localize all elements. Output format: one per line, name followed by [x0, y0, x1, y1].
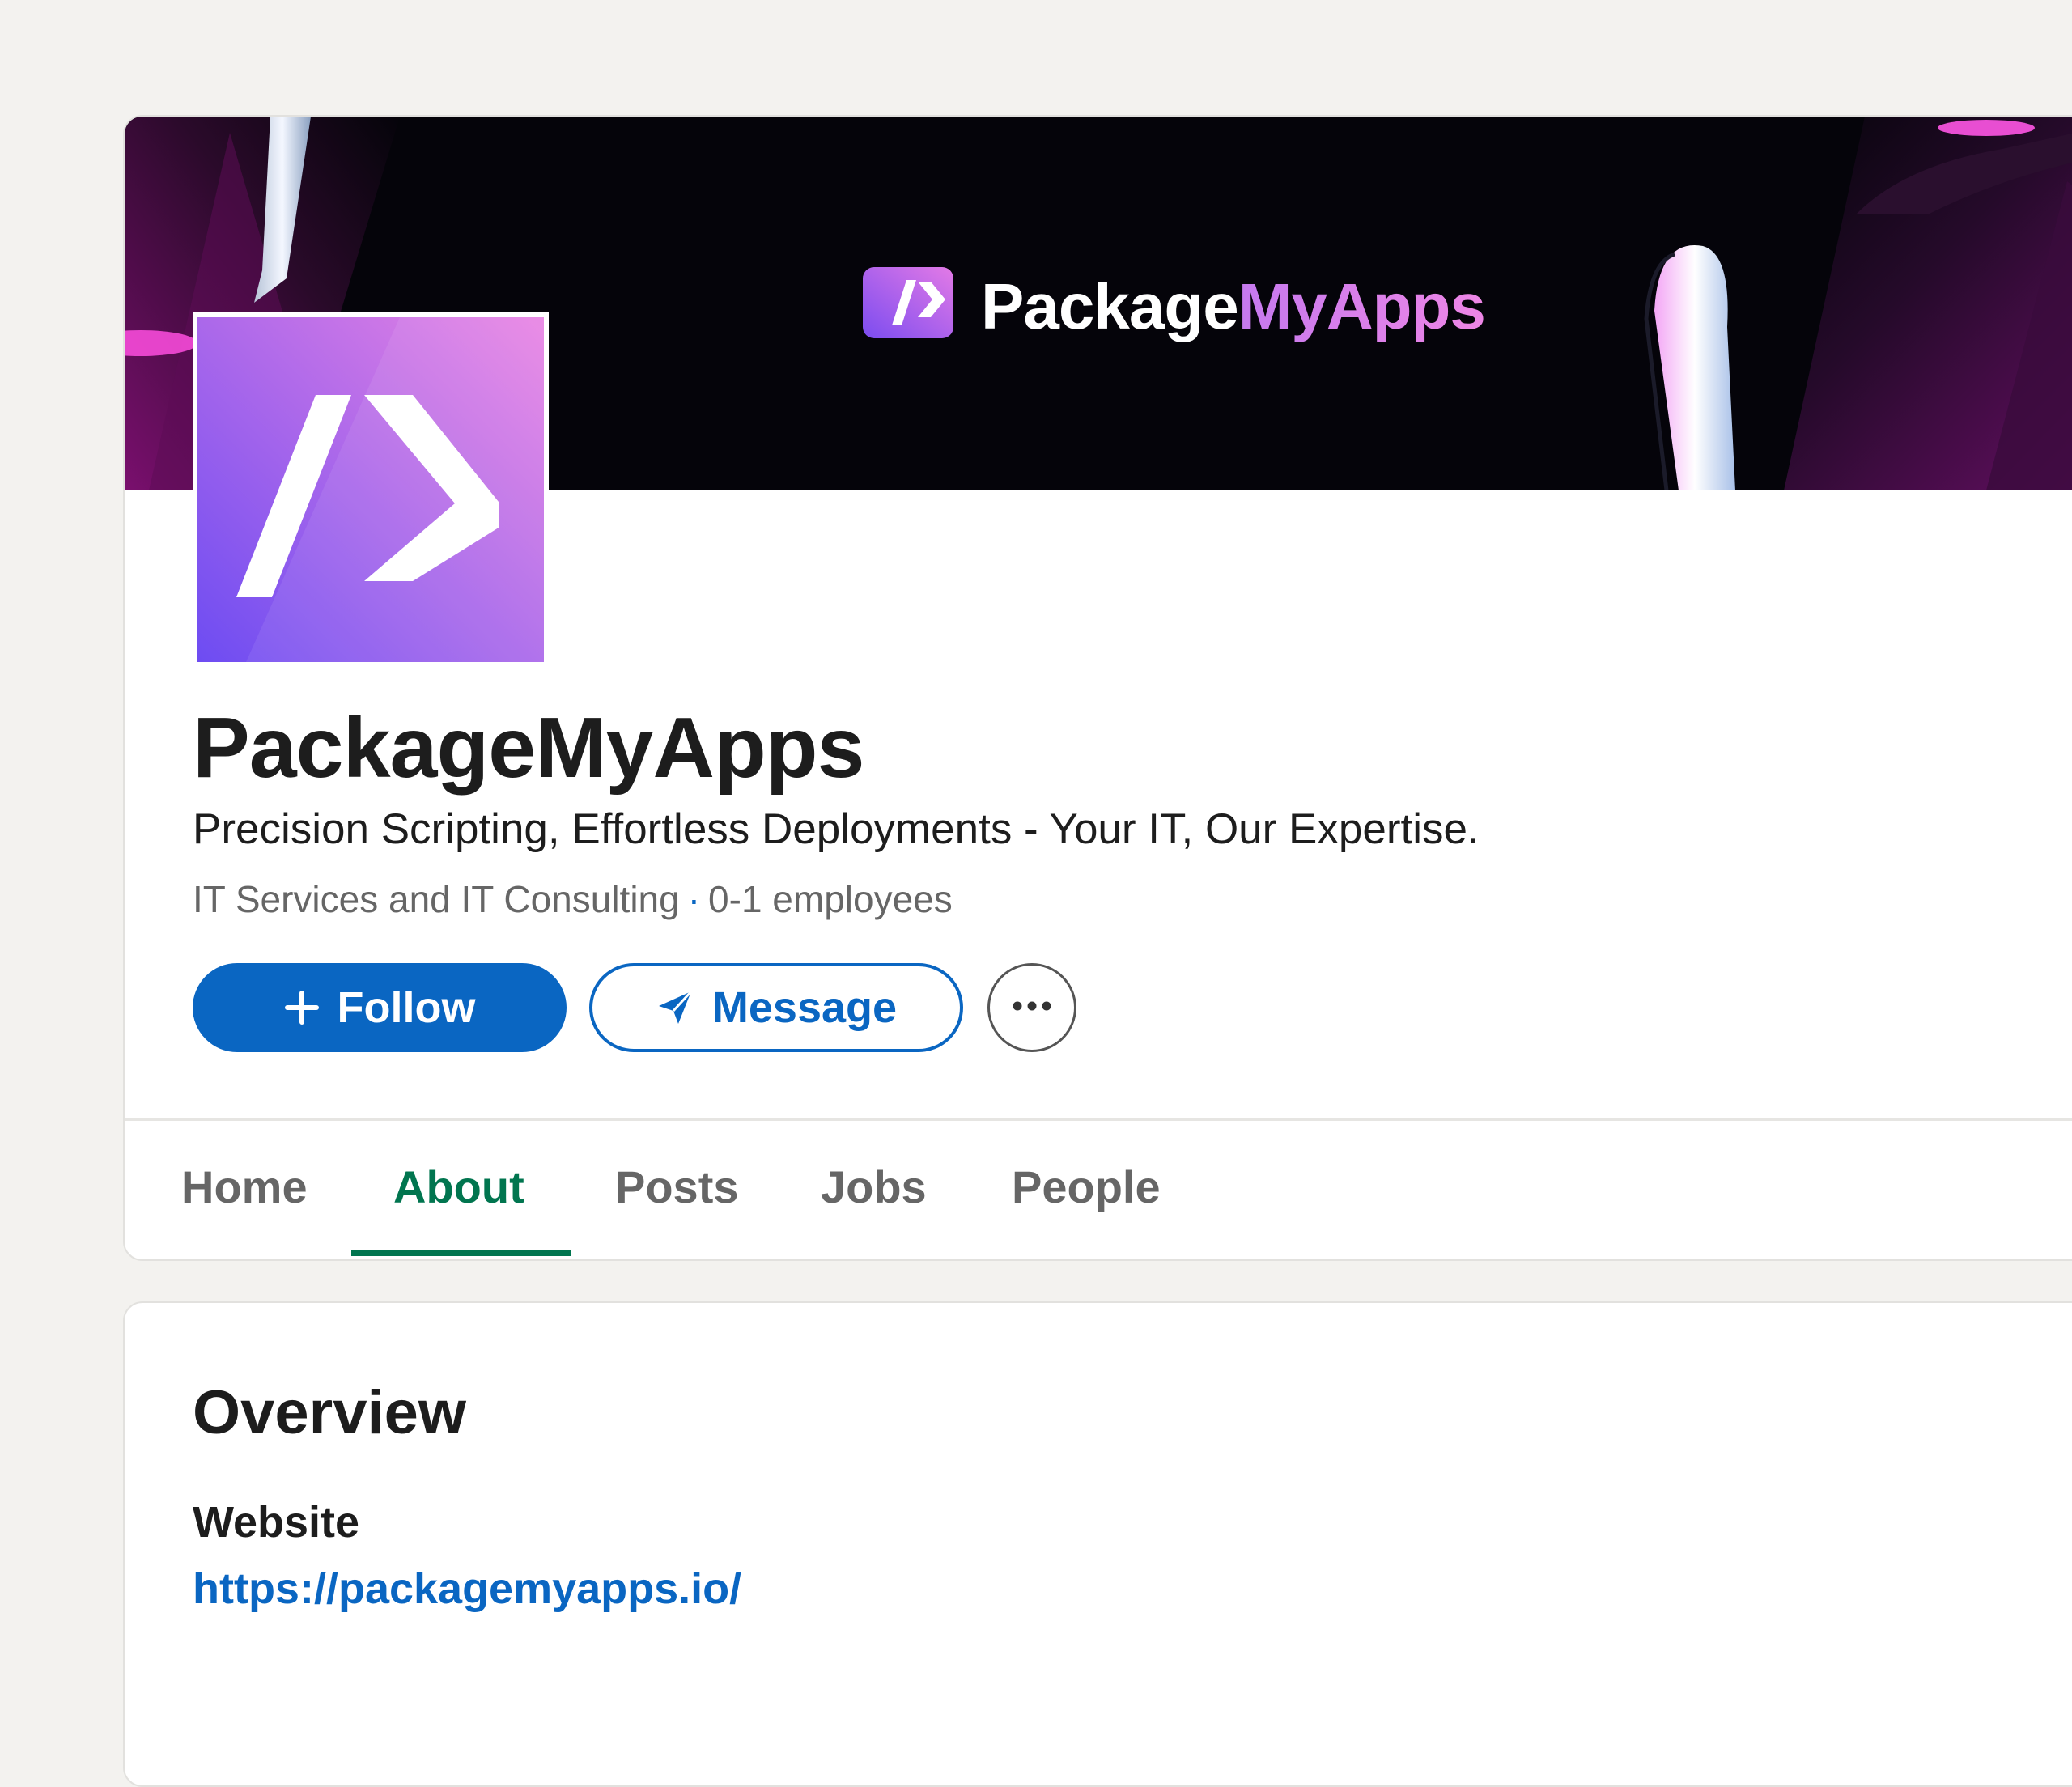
overview-card: Overview Website https://packagemyapps.i…: [123, 1301, 2072, 1787]
company-header-card: PackageMyApps PackageMyApps Precision Sc…: [123, 115, 2072, 1261]
follow-button[interactable]: Follow: [193, 963, 567, 1052]
active-tab-indicator: [351, 1250, 571, 1256]
website-link[interactable]: https://packagemyapps.io/: [193, 1564, 741, 1614]
company-name: PackageMyApps: [193, 700, 864, 796]
meta-separator: ·: [687, 878, 701, 920]
banner-brand-text: PackageMyApps: [981, 270, 1485, 342]
company-size: 0-1 employees: [708, 878, 953, 920]
plus-icon: [284, 990, 320, 1025]
tab-people[interactable]: People: [1012, 1161, 1161, 1213]
tabs-divider: [125, 1118, 2072, 1121]
tab-about[interactable]: About: [393, 1161, 524, 1213]
company-meta: IT Services and IT Consulting · 0-1 employ…: [193, 877, 953, 921]
follow-label: Follow: [337, 983, 476, 1032]
ellipsis-icon: [1012, 1000, 1052, 1016]
tab-posts[interactable]: Posts: [615, 1161, 739, 1213]
message-button[interactable]: Message: [589, 963, 963, 1052]
website-label: Website: [193, 1498, 360, 1547]
company-logo-icon: [197, 317, 544, 662]
send-icon: [656, 988, 694, 1027]
banner-logo-icon: [863, 267, 953, 338]
message-label: Message: [711, 983, 898, 1032]
overview-title: Overview: [193, 1378, 466, 1447]
more-options-button[interactable]: [987, 963, 1076, 1052]
company-tagline: Precision Scripting, Effortless Deployme…: [193, 805, 1480, 853]
tab-jobs[interactable]: Jobs: [821, 1161, 927, 1213]
company-industry: IT Services and IT Consulting: [193, 878, 680, 920]
tab-home[interactable]: Home: [181, 1161, 308, 1213]
